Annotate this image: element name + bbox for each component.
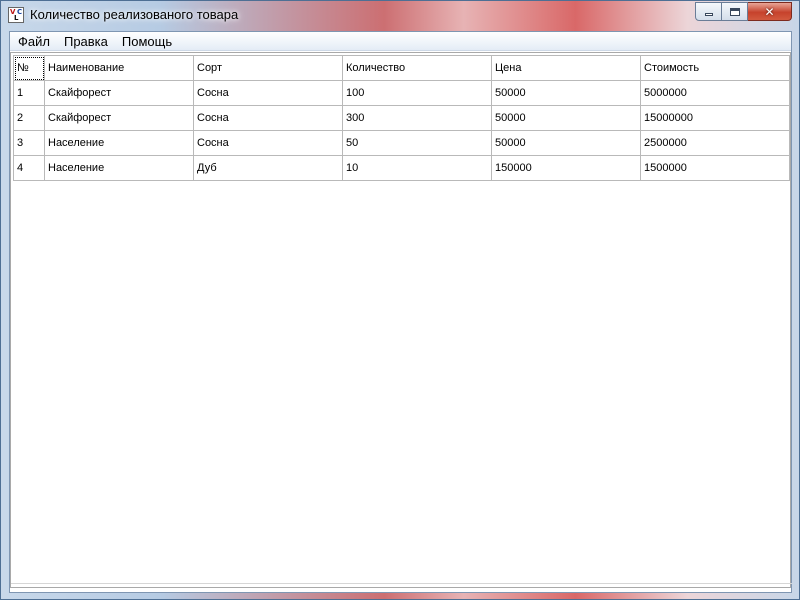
cell-sort[interactable]: Сосна — [193, 130, 343, 156]
header-number[interactable]: № — [13, 55, 45, 81]
cell-price[interactable]: 50000 — [491, 105, 641, 131]
cell-name[interactable]: Население — [44, 155, 194, 181]
header-quantity[interactable]: Количество — [342, 55, 492, 81]
cell-number[interactable]: 2 — [13, 105, 45, 131]
close-button[interactable]: ✕ — [748, 2, 792, 21]
header-sort[interactable]: Сорт — [193, 55, 343, 81]
title-bar[interactable]: V C L Количество реализованого товара ✕ — [1, 1, 799, 29]
menu-edit[interactable]: Правка — [57, 32, 115, 51]
minimize-icon — [704, 13, 713, 16]
cell-quantity[interactable]: 50 — [342, 130, 492, 156]
table-row: 2 Скайфорест Сосна 300 50000 15000000 — [13, 105, 790, 131]
table-row: 3 Население Сосна 50 50000 2500000 — [13, 130, 790, 156]
minimize-button[interactable] — [695, 2, 722, 21]
cell-quantity[interactable]: 10 — [342, 155, 492, 181]
sales-table: № Наименование Сорт Количество Цена Стои… — [13, 55, 790, 181]
header-name[interactable]: Наименование — [44, 55, 194, 81]
cell-cost[interactable]: 1500000 — [640, 155, 790, 181]
cell-sort[interactable]: Дуб — [193, 155, 343, 181]
cell-cost[interactable]: 15000000 — [640, 105, 790, 131]
menu-file[interactable]: Файл — [11, 32, 57, 51]
table-row: 4 Население Дуб 10 150000 1500000 — [13, 155, 790, 181]
cell-number[interactable]: 3 — [13, 130, 45, 156]
maximize-button[interactable] — [722, 2, 748, 21]
cell-quantity[interactable]: 100 — [342, 80, 492, 106]
table-header-row: № Наименование Сорт Количество Цена Стои… — [13, 55, 790, 81]
cell-sort[interactable]: Сосна — [193, 105, 343, 131]
cell-sort[interactable]: Сосна — [193, 80, 343, 106]
app-icon[interactable]: V C L — [8, 7, 24, 23]
menu-bar: Файл Правка Помощь — [10, 32, 791, 51]
cell-price[interactable]: 50000 — [491, 80, 641, 106]
grid-bottom-divider — [11, 583, 792, 584]
cell-quantity[interactable]: 300 — [342, 105, 492, 131]
client-area: Файл Правка Помощь № Наименование Сорт К… — [9, 31, 792, 593]
cell-cost[interactable]: 2500000 — [640, 130, 790, 156]
cell-cost[interactable]: 5000000 — [640, 80, 790, 106]
app-window: V C L Количество реализованого товара ✕ … — [0, 0, 800, 600]
table-row: 1 Скайфорест Сосна 100 50000 5000000 — [13, 80, 790, 106]
cell-name[interactable]: Скайфорест — [44, 105, 194, 131]
app-icon-letter-l: L — [14, 14, 19, 22]
cell-price[interactable]: 150000 — [491, 155, 641, 181]
data-grid[interactable]: № Наименование Сорт Количество Цена Стои… — [10, 52, 792, 588]
header-price[interactable]: Цена — [491, 55, 641, 81]
cell-price[interactable]: 50000 — [491, 130, 641, 156]
close-icon: ✕ — [764, 4, 775, 19]
cell-number[interactable]: 1 — [13, 80, 45, 106]
cell-name[interactable]: Скайфорест — [44, 80, 194, 106]
menu-help[interactable]: Помощь — [115, 32, 179, 51]
cell-number[interactable]: 4 — [13, 155, 45, 181]
window-title: Количество реализованого товара — [30, 7, 239, 22]
header-cost[interactable]: Стоимость — [640, 55, 790, 81]
maximize-icon — [729, 7, 740, 16]
window-controls: ✕ — [695, 2, 792, 21]
cell-name[interactable]: Население — [44, 130, 194, 156]
